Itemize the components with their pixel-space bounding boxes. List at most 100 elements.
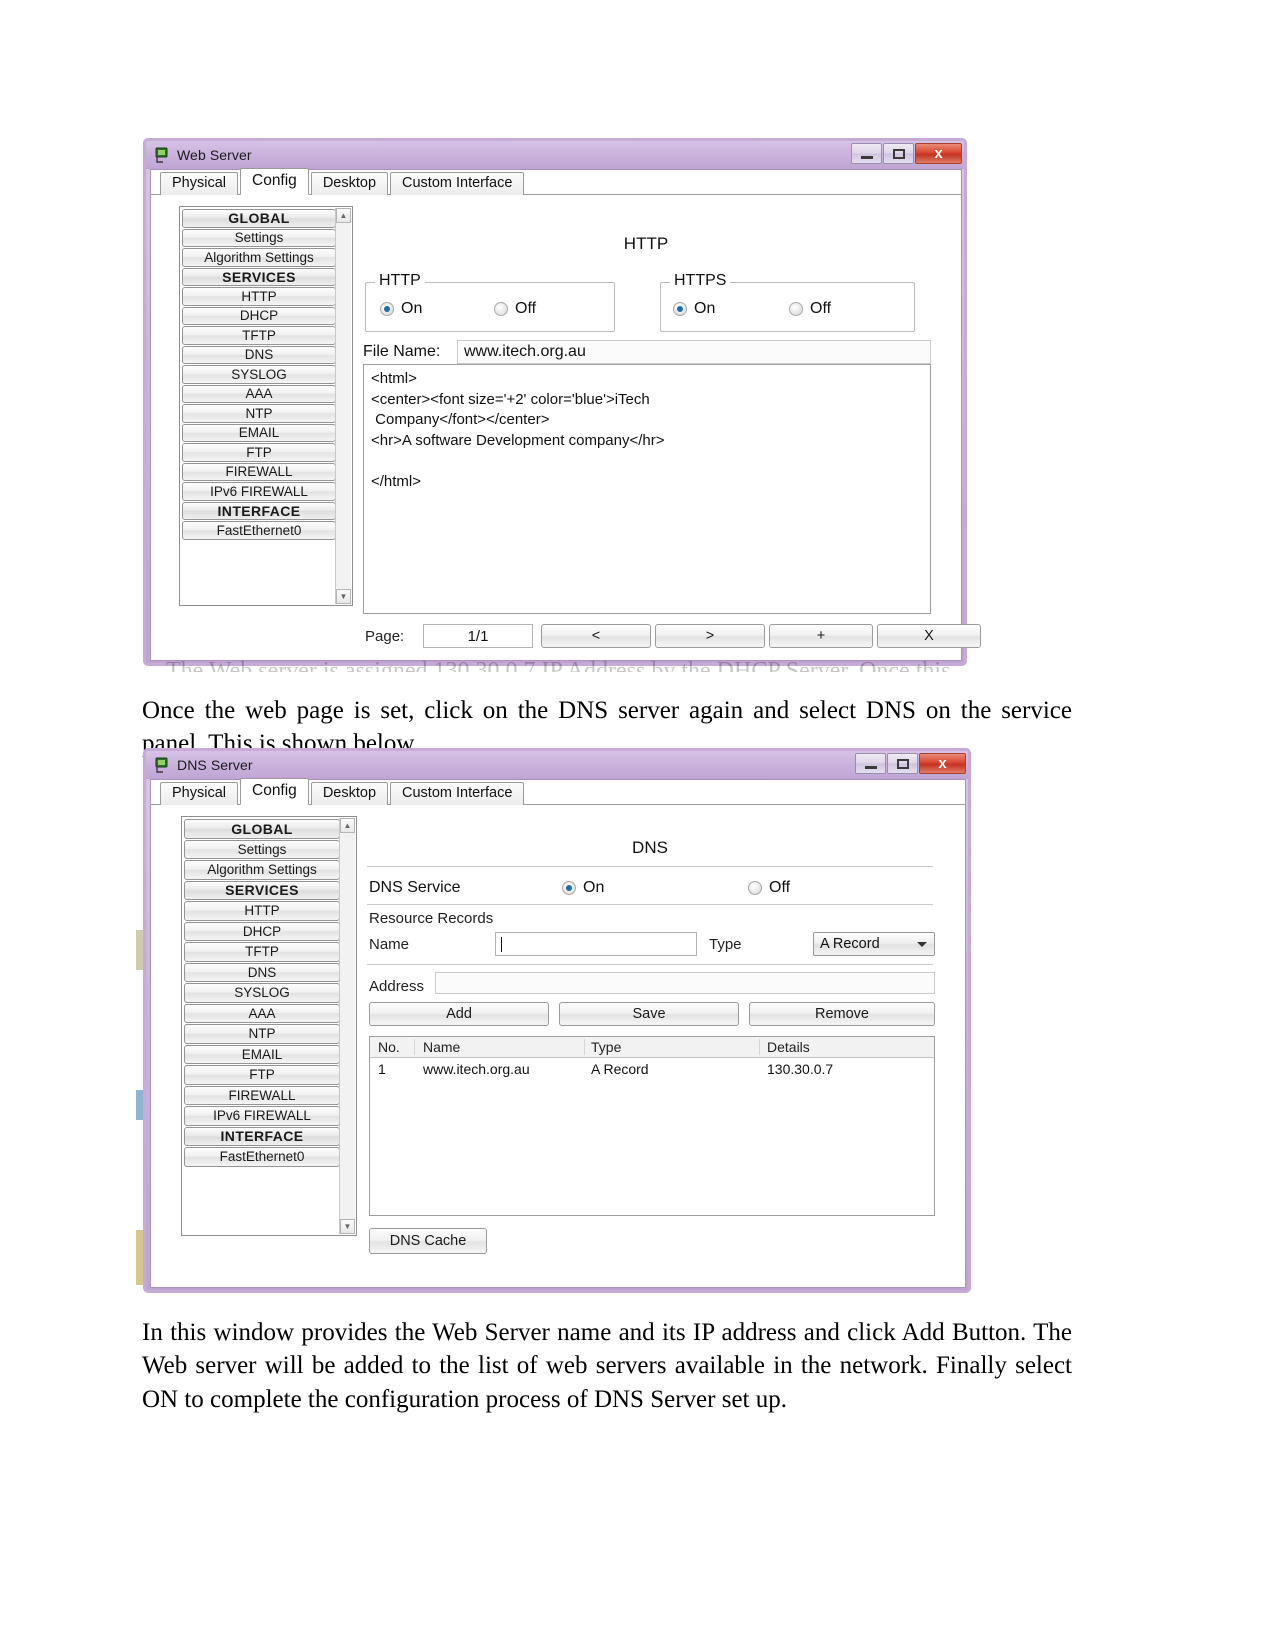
tab-custom-interface[interactable]: Custom Interface [390,782,525,805]
maximize-button[interactable] [883,143,914,164]
sidebar-item-interface[interactable]: INTERFACE [184,1126,340,1146]
remove-record-button[interactable]: Remove [749,1002,935,1026]
https-off-radio[interactable]: Off [789,300,831,318]
page-value-input[interactable]: 1/1 [423,624,533,648]
sidebar-item-global[interactable]: GLOBAL [184,819,340,839]
http-on-radio[interactable]: On [380,300,422,318]
dns-server-window[interactable]: DNS Server x Physical Config Desktop Cus… [143,748,971,1293]
http-off-radio[interactable]: Off [494,300,536,318]
html-source-editor[interactable]: <html> <center><font size='+2' color='bl… [363,364,931,614]
dns-service-off-radio[interactable]: Off [748,879,790,897]
dns-server-window-controls[interactable]: x [854,753,966,774]
scroll-down-icon[interactable]: ▼ [336,589,351,604]
sidebar-item-ipv6-firewall[interactable]: IPv6 FIREWALL [184,1106,340,1126]
sidebar-item-fastethernet0[interactable]: FastEthernet0 [184,1147,340,1167]
tab-physical[interactable]: Physical [160,172,238,195]
sidebar-item-firewall[interactable]: FIREWALL [182,462,336,481]
web-server-tabstrip[interactable]: Physical Config Desktop Custom Interface [151,168,961,195]
web-server-window-body: Physical Config Desktop Custom Interface… [150,168,981,661]
sidebar-item-http[interactable]: HTTP [182,287,336,306]
tab-desktop[interactable]: Desktop [310,782,389,805]
sidebar-item-ntp[interactable]: NTP [184,1024,340,1044]
sidebar-item-http[interactable]: HTTP [184,901,340,921]
sidebar-item-global[interactable]: GLOBAL [182,209,336,228]
sidebar-item-fastethernet0[interactable]: FastEthernet0 [182,521,336,540]
add-record-button[interactable]: Add [369,1002,549,1026]
panel-title-http: HTTP [623,234,669,253]
record-address-row: Address [365,972,935,998]
sidebar-item-ipv6-firewall[interactable]: IPv6 FIREWALL [182,482,336,501]
tab-desktop[interactable]: Desktop [310,172,389,195]
dns-server-services-sidebar[interactable]: GLOBAL Settings Algorithm Settings SERVI… [181,816,357,1236]
record-type-select[interactable]: A Record [813,932,935,956]
save-record-button[interactable]: Save [559,1002,739,1026]
page-next-button[interactable]: > [655,624,765,648]
record-address-input[interactable] [435,972,935,994]
sidebar-item-settings[interactable]: Settings [184,839,340,859]
sidebar-item-dns[interactable]: DNS [184,962,340,982]
divider-1 [367,866,933,867]
sidebar-scrollbar[interactable]: ▲ ▼ [335,208,351,604]
tab-config[interactable]: Config [240,168,309,195]
https-on-radio[interactable]: On [673,300,715,318]
dns-server-titlebar[interactable]: DNS Server x [146,751,968,779]
sidebar-item-dns[interactable]: DNS [182,345,336,364]
minimize-icon [864,765,877,769]
sidebar-item-ftp[interactable]: FTP [184,1065,340,1085]
resource-records-label: Resource Records [369,910,494,927]
web-server-window-controls[interactable]: x [850,143,962,164]
page-prev-button[interactable]: < [541,624,651,648]
record-name-input[interactable] [495,932,697,956]
sidebar-item-dhcp[interactable]: DHCP [182,306,336,325]
cell-name: www.itech.org.au [423,1061,530,1077]
sidebar-item-email[interactable]: EMAIL [184,1044,340,1064]
column-header-details: Details [767,1039,810,1055]
dns-service-on-radio[interactable]: On [562,879,604,897]
chevron-down-icon [917,941,927,947]
dns-cache-button[interactable]: DNS Cache [369,1228,487,1254]
cell-details: 130.30.0.7 [767,1061,834,1077]
close-button[interactable]: x [915,143,962,164]
sidebar-item-tftp[interactable]: TFTP [182,326,336,345]
sidebar-item-firewall[interactable]: FIREWALL [184,1085,340,1105]
sidebar-item-dhcp[interactable]: DHCP [184,921,340,941]
web-server-titlebar[interactable]: Web Server x [146,141,964,169]
scroll-down-icon[interactable]: ▼ [340,1219,355,1234]
page-add-button[interactable]: + [769,624,873,648]
sidebar-item-algorithm-settings[interactable]: Algorithm Settings [182,248,336,267]
sidebar-item-interface[interactable]: INTERFACE [182,501,336,520]
tab-config[interactable]: Config [240,778,309,805]
file-name-label: File Name: [363,343,441,360]
sidebar-item-ftp[interactable]: FTP [182,443,336,462]
sidebar-item-ntp[interactable]: NTP [182,404,336,423]
sidebar-item-services[interactable]: SERVICES [184,880,340,900]
tab-physical[interactable]: Physical [160,782,238,805]
close-button[interactable]: x [919,753,966,774]
dns-server-tabstrip[interactable]: Physical Config Desktop Custom Interface [151,778,965,805]
minimize-button[interactable] [855,753,886,774]
sidebar-item-algorithm-settings[interactable]: Algorithm Settings [184,860,340,880]
sidebar-item-aaa[interactable]: AAA [184,1003,340,1023]
table-row[interactable]: 1 www.itech.org.au A Record 130.30.0.7 [370,1058,934,1080]
tab-custom-interface[interactable]: Custom Interface [390,172,525,195]
page-delete-button[interactable]: X [877,624,981,648]
maximize-button[interactable] [887,753,918,774]
sidebar-scrollbar[interactable]: ▲ ▼ [339,818,355,1234]
resource-records-table[interactable]: No. Name Type Details 1 www.itech.org.au… [369,1036,935,1216]
scroll-up-icon[interactable]: ▲ [336,208,351,223]
minimize-button[interactable] [851,143,882,164]
sidebar-item-aaa[interactable]: AAA [182,384,336,403]
sidebar-item-settings[interactable]: Settings [182,228,336,247]
file-name-value: www.itech.org.au [464,343,586,360]
web-server-window[interactable]: Web Server x Physical Config Desktop Cus… [143,138,981,666]
scroll-up-icon[interactable]: ▲ [340,818,355,833]
dns-server-window-body: Physical Config Desktop Custom Interface… [150,778,966,1288]
panel-title-dns: DNS [632,838,668,857]
sidebar-item-services[interactable]: SERVICES [182,267,336,286]
sidebar-item-tftp[interactable]: TFTP [184,942,340,962]
sidebar-item-syslog[interactable]: SYSLOG [182,365,336,384]
web-server-services-sidebar[interactable]: GLOBAL Settings Algorithm Settings SERVI… [179,206,353,606]
sidebar-item-email[interactable]: EMAIL [182,423,336,442]
sidebar-item-syslog[interactable]: SYSLOG [184,983,340,1003]
file-name-input[interactable]: www.itech.org.au [457,340,931,364]
